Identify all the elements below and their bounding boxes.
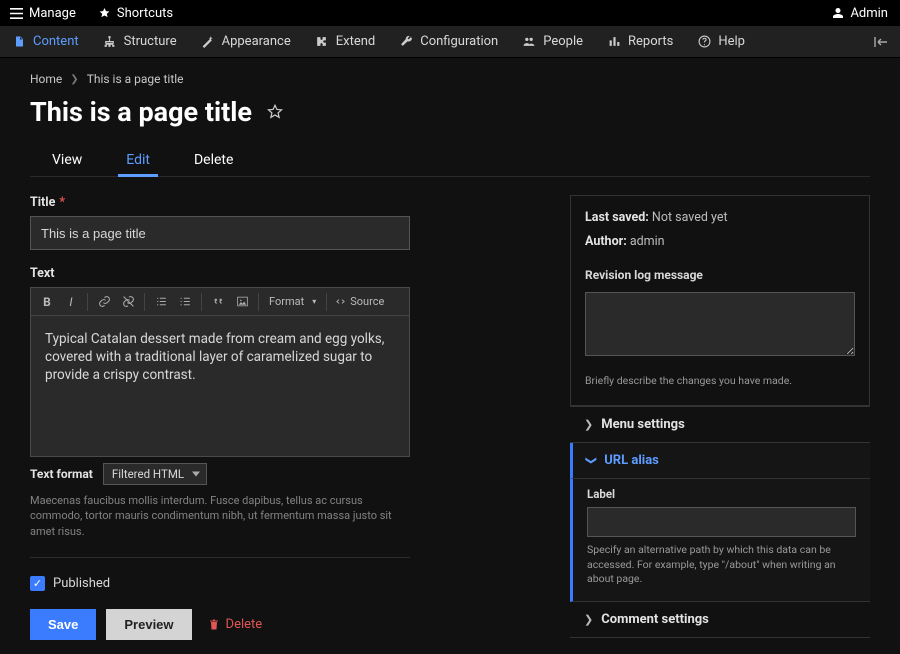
save-button[interactable]: Save: [30, 609, 96, 640]
admin-tab-label: Configuration: [420, 34, 498, 49]
last-saved-label: Last saved:: [585, 210, 649, 225]
star-icon: [98, 7, 111, 19]
tab-view[interactable]: View: [30, 144, 104, 176]
admin-tab-structure[interactable]: Structure: [91, 26, 189, 57]
italic-button[interactable]: I: [59, 290, 83, 314]
text-format-label: Text format: [30, 467, 93, 481]
admin-tab-reports[interactable]: Reports: [595, 26, 685, 57]
admin-tab-appearance[interactable]: Appearance: [189, 26, 303, 57]
accordion-url-alias[interactable]: ❯ URL alias: [570, 443, 870, 479]
author-label: Author:: [585, 234, 627, 249]
admin-tab-label: Extend: [336, 34, 376, 49]
url-alias-panel: Label Specify an alternative path by whi…: [570, 479, 870, 602]
accordion-comment-settings[interactable]: ❯ Comment settings: [570, 602, 870, 638]
tab-edit[interactable]: Edit: [104, 144, 172, 176]
bullet-list-button[interactable]: [149, 290, 173, 314]
admin-tab-label: Content: [33, 34, 79, 49]
add-shortcut-star[interactable]: [266, 103, 284, 121]
admin-tab-configuration[interactable]: Configuration: [387, 26, 510, 57]
manage-menu-toggle[interactable]: Manage: [0, 0, 86, 26]
chevron-right-icon: ❯: [70, 74, 78, 85]
revision-help-text: Briefly describe the changes you have ma…: [585, 371, 855, 391]
wand-icon: [201, 35, 215, 49]
url-alias-help: Specify an alternative path by which thi…: [587, 543, 856, 587]
last-saved-value: Not saved yet: [652, 210, 728, 225]
chevron-down-icon: ❯: [585, 456, 598, 465]
toolbar-orientation-toggle[interactable]: [862, 36, 900, 48]
hamburger-icon: [10, 8, 23, 19]
shortcuts-link[interactable]: Shortcuts: [86, 0, 185, 26]
title-field-label: Title*: [30, 195, 410, 210]
title-input[interactable]: [30, 216, 410, 250]
trash-icon: [208, 618, 220, 631]
revision-info-panel: Last saved: Not saved yet Author: admin …: [570, 195, 870, 406]
chevron-right-icon: ❯: [584, 613, 593, 626]
url-alias-input[interactable]: [587, 507, 856, 537]
preview-button[interactable]: Preview: [106, 609, 191, 640]
people-icon: [522, 35, 536, 49]
tab-delete[interactable]: Delete: [172, 144, 255, 176]
revision-log-label: Revision log message: [585, 264, 855, 287]
bold-button[interactable]: B: [35, 290, 59, 314]
author-value: admin: [630, 234, 665, 249]
text-field-label: Text: [30, 266, 410, 281]
published-checkbox[interactable]: ✓: [30, 576, 45, 591]
wrench-icon: [399, 35, 413, 49]
user-icon: [832, 7, 844, 19]
published-label: Published: [53, 576, 110, 591]
help-icon: [697, 35, 711, 49]
chevron-right-icon: ❯: [584, 418, 593, 431]
admin-tab-label: Help: [718, 34, 745, 49]
revision-log-textarea[interactable]: [585, 292, 855, 356]
user-menu[interactable]: Admin: [820, 0, 900, 26]
admin-tab-content[interactable]: Content: [0, 26, 91, 57]
admin-tab-label: Appearance: [222, 34, 291, 49]
chevron-down-icon: ▾: [312, 297, 316, 306]
format-dropdown[interactable]: Format ▾: [263, 295, 322, 308]
editor-body[interactable]: Typical Catalan dessert made from cream …: [31, 316, 409, 456]
format-help-text: Maecenas faucibus mollis interdum. Fusce…: [30, 493, 410, 539]
numbered-list-button[interactable]: [173, 290, 197, 314]
delete-link[interactable]: Delete: [208, 617, 263, 632]
source-button[interactable]: Source: [331, 295, 388, 308]
url-alias-label: Label: [587, 487, 856, 501]
image-button[interactable]: [230, 290, 254, 314]
shortcuts-label: Shortcuts: [117, 6, 173, 21]
unlink-button[interactable]: [116, 290, 140, 314]
user-name: Admin: [850, 6, 888, 21]
link-button[interactable]: [92, 290, 116, 314]
page-title: This is a page title: [30, 96, 252, 128]
admin-tab-label: Structure: [124, 34, 177, 49]
file-icon: [12, 35, 26, 49]
manage-label: Manage: [29, 6, 76, 21]
breadcrumb-home[interactable]: Home: [30, 72, 62, 86]
accordion-menu-settings[interactable]: ❯ Menu settings: [570, 407, 870, 443]
breadcrumb-current: This is a page title: [87, 72, 184, 86]
breadcrumb: Home ❯ This is a page title: [30, 72, 870, 86]
rich-text-editor: B I Format ▾: [30, 287, 410, 457]
admin-tab-help[interactable]: Help: [685, 26, 757, 57]
puzzle-icon: [315, 35, 329, 49]
text-format-select[interactable]: Filtered HTML: [103, 463, 207, 485]
sitemap-icon: [103, 35, 117, 49]
bars-icon: [607, 35, 621, 49]
admin-tab-extend[interactable]: Extend: [303, 26, 388, 57]
admin-tab-label: People: [543, 34, 583, 49]
blockquote-button[interactable]: [206, 290, 230, 314]
admin-tab-people[interactable]: People: [510, 26, 595, 57]
admin-tab-label: Reports: [628, 34, 673, 49]
